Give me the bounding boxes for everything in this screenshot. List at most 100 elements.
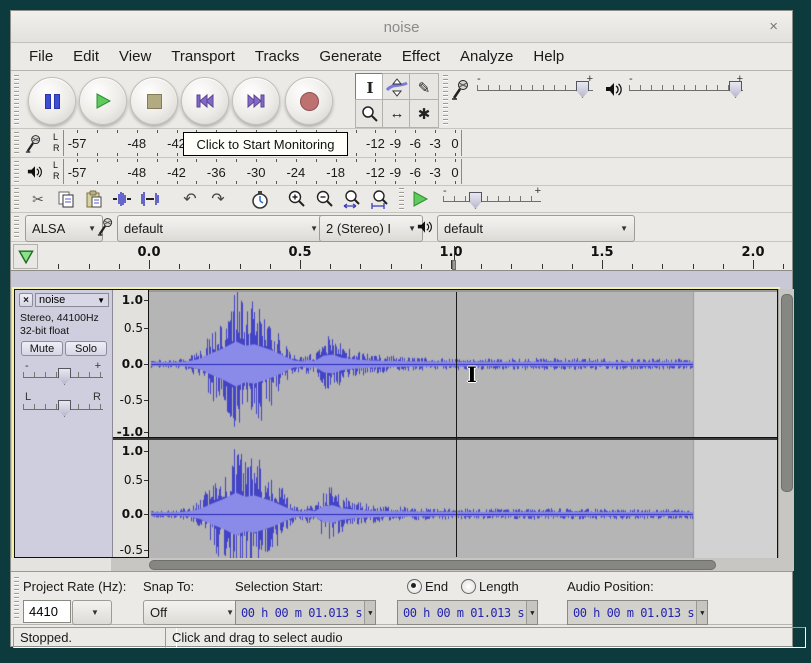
menu-help[interactable]: Help — [523, 43, 574, 70]
title-bar[interactable]: noise × — [11, 11, 792, 43]
vertical-scrollbar-thumb[interactable] — [781, 294, 793, 492]
meter-tick — [177, 153, 178, 156]
input-volume-slider[interactable]: - + — [477, 79, 593, 97]
recording-device-select[interactable]: default▼ — [117, 215, 325, 242]
playback-meter[interactable]: L R -57-48-42-36-30-24-18-12-9-6-30 — [11, 158, 792, 186]
meter-tick — [455, 181, 456, 184]
meter-tick — [77, 153, 78, 156]
toolbar-grip[interactable] — [14, 577, 19, 621]
trim-audio-button[interactable] — [109, 187, 135, 211]
zoom-in-button[interactable] — [283, 187, 309, 211]
copy-button[interactable] — [53, 187, 79, 211]
audio-position-time[interactable]: 00 h 00 m 01.013 s▼ — [567, 600, 708, 625]
timeshift-tool[interactable]: ↔ — [382, 99, 412, 128]
meter-tick — [117, 153, 118, 156]
chevron-down-icon: ▼ — [220, 608, 234, 617]
undo-button[interactable]: ↶ — [177, 187, 203, 211]
stop-button[interactable] — [130, 77, 178, 125]
timeline-tick — [753, 260, 754, 269]
toolbar-grip[interactable] — [14, 188, 19, 211]
end-radio[interactable] — [407, 579, 422, 594]
track-close-button[interactable]: × — [19, 293, 33, 307]
meter-tick — [236, 159, 237, 162]
silence-audio-button[interactable] — [137, 187, 163, 211]
vertical-ruler-ch2[interactable]: 1.00.50.0-0.5 — [113, 440, 149, 557]
skip-to-end-button[interactable] — [232, 77, 280, 125]
timeline-time-label: 0.5 — [283, 245, 317, 260]
zoom-out-button[interactable] — [311, 187, 337, 211]
track-name-menu[interactable]: noise ▼ — [35, 293, 109, 307]
vertical-scrollbar[interactable] — [778, 289, 794, 558]
recording-channels-select[interactable]: 2 (Stereo) I▼ — [319, 215, 423, 242]
menu-analyze[interactable]: Analyze — [450, 43, 523, 70]
menu-generate[interactable]: Generate — [309, 43, 392, 70]
toolbar-grip[interactable] — [14, 132, 19, 155]
toolbar-grip[interactable] — [14, 161, 19, 183]
timeline-tick — [511, 264, 512, 269]
snap-to-select[interactable]: Off▼ — [143, 600, 241, 625]
timeline-cursor-handle[interactable] — [452, 260, 456, 270]
play-at-speed-button[interactable] — [407, 187, 433, 211]
redo-button[interactable]: ↷ — [205, 187, 231, 211]
fit-selection-button[interactable] — [339, 187, 365, 211]
selection-end-time[interactable]: 00 h 00 m 01.013 s▼ — [397, 600, 538, 625]
timeline-tick — [240, 264, 241, 269]
length-radio[interactable] — [461, 579, 476, 594]
menu-transport[interactable]: Transport — [161, 43, 245, 70]
solo-button[interactable]: Solo — [65, 341, 107, 356]
slider-thumb[interactable] — [576, 81, 589, 98]
vertical-ruler-ch1[interactable]: 1.00.50.0-0.5-1.0 — [113, 290, 149, 437]
sync-lock-button[interactable] — [247, 187, 273, 211]
paste-button[interactable] — [81, 187, 107, 211]
menu-edit[interactable]: Edit — [63, 43, 109, 70]
record-button[interactable] — [285, 77, 333, 125]
menu-tracks[interactable]: Tracks — [245, 43, 309, 70]
mute-button[interactable]: Mute — [21, 341, 63, 356]
output-volume-slider[interactable]: - + — [629, 79, 743, 97]
playback-device-select[interactable]: default▼ — [437, 215, 635, 242]
menu-file[interactable]: File — [19, 43, 63, 70]
toolbar-grip[interactable] — [14, 75, 19, 125]
zoom-tool[interactable] — [355, 99, 385, 128]
slider-thumb[interactable] — [469, 192, 482, 209]
timeline-ruler[interactable]: 0.00.51.01.52.0 — [11, 242, 792, 271]
window-close-button[interactable]: × — [769, 18, 778, 35]
recording-meter[interactable]: L R -57-48-42-36-30-24-18-12-9-6-30 Clic… — [11, 129, 792, 158]
waveform-channel-right[interactable] — [149, 440, 777, 558]
selection-tool[interactable]: I — [355, 73, 385, 102]
chevron-down-icon: ▼ — [696, 601, 707, 624]
meter-tick — [137, 181, 138, 184]
cut-button[interactable]: ✂ — [25, 187, 51, 211]
envelope-tool[interactable] — [382, 73, 412, 102]
meter-scale-label: -48 — [123, 165, 151, 180]
toolbar-grip[interactable] — [443, 75, 448, 125]
skip-to-start-button[interactable] — [181, 77, 229, 125]
playback-speed-slider[interactable]: - + — [443, 190, 541, 208]
horizontal-scrollbar-thumb[interactable] — [149, 560, 716, 570]
menu-effect[interactable]: Effect — [392, 43, 450, 70]
audio-host-select[interactable]: ALSA▼ — [25, 215, 103, 242]
horizontal-scrollbar[interactable] — [111, 558, 794, 571]
timeline-tick — [693, 264, 694, 269]
meter-tick — [117, 181, 118, 184]
play-button[interactable] — [79, 77, 127, 125]
project-rate-dropdown-button[interactable]: ▼ — [72, 600, 112, 625]
menu-view[interactable]: View — [109, 43, 161, 70]
pan-slider[interactable]: L R — [23, 398, 103, 416]
meter-tick — [395, 130, 396, 133]
gain-slider[interactable]: - + — [23, 366, 103, 384]
playback-meter-scale[interactable]: -57-48-42-36-30-24-18-12-9-6-30 — [63, 159, 462, 184]
slider-thumb[interactable] — [58, 400, 71, 417]
meter-tick — [157, 181, 158, 184]
pause-button[interactable] — [28, 77, 76, 125]
draw-tool[interactable]: ✎ — [409, 73, 439, 102]
waveform-channel-left[interactable] — [149, 292, 777, 437]
fit-project-button[interactable] — [367, 187, 393, 211]
selection-start-time[interactable]: 00 h 00 m 01.013 s▼ — [235, 600, 376, 625]
project-rate-field[interactable]: 4410 — [23, 600, 71, 623]
slider-thumb[interactable] — [729, 81, 742, 98]
slider-thumb[interactable] — [58, 368, 71, 385]
multi-tool[interactable]: ✱ — [409, 99, 439, 128]
toolbar-grip[interactable] — [14, 216, 19, 239]
toolbar-grip[interactable] — [399, 188, 404, 211]
